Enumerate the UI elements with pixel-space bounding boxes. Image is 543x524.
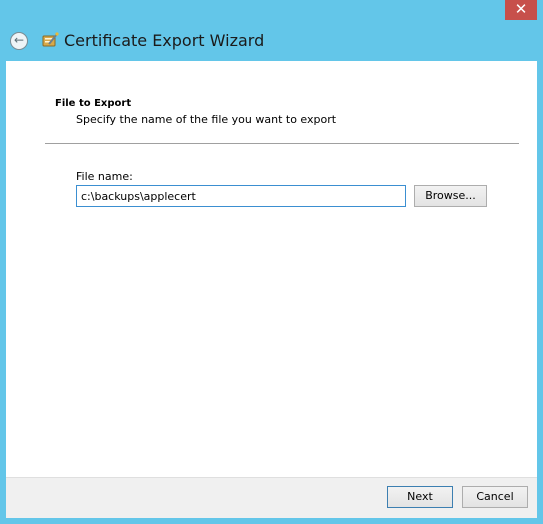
page-description: Specify the name of the file you want to…: [76, 113, 337, 126]
wizard-window: ✕ ← Certificate Export Wizard File to Ex…: [0, 0, 543, 524]
window-title: Certificate Export Wizard: [64, 31, 265, 50]
divider: [45, 143, 519, 144]
back-button[interactable]: ←: [10, 32, 28, 50]
file-name-input[interactable]: [76, 185, 406, 207]
wizard-content: File to Export Specify the name of the f…: [6, 61, 537, 477]
file-name-label: File name:: [76, 170, 133, 183]
next-button[interactable]: Next: [387, 486, 453, 508]
back-arrow-icon: ←: [13, 33, 25, 47]
certificate-wizard-icon: [42, 32, 59, 47]
wizard-footer: Next Cancel: [6, 477, 537, 518]
close-button[interactable]: ✕: [505, 0, 537, 20]
browse-button[interactable]: Browse...: [414, 185, 487, 207]
page-heading: File to Export: [55, 98, 132, 109]
close-icon: ✕: [514, 0, 528, 18]
cancel-button[interactable]: Cancel: [462, 486, 528, 508]
